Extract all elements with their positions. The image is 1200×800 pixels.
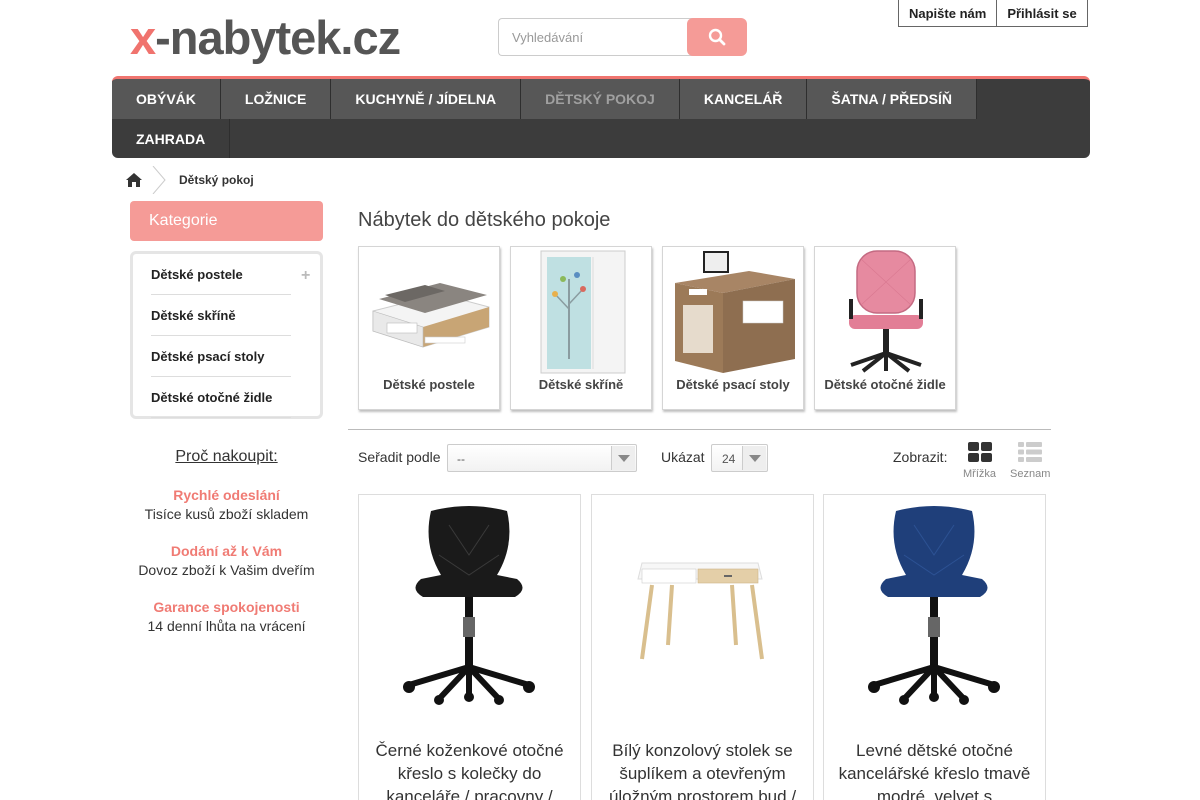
black-chair-image	[403, 506, 535, 705]
nav-item-kancelar[interactable]: Kancelář	[680, 79, 808, 119]
search-icon	[708, 28, 726, 46]
search-input[interactable]	[498, 18, 698, 56]
subcategory-tiles: Dětské postele Dětské skříně Dětské psac…	[358, 246, 956, 410]
category-item[interactable]: Dětské skříně	[151, 295, 291, 336]
chevron-down-icon	[611, 446, 635, 470]
category-item[interactable]: Dětské psací stoly	[151, 336, 291, 377]
breadcrumb-home[interactable]	[112, 166, 166, 194]
top-links: Napište nám Přihlásit se	[898, 0, 1088, 27]
home-icon	[126, 173, 142, 187]
show-select[interactable]: 24	[711, 444, 768, 472]
nav-item-detsky-pokoj[interactable]: Dětský pokoj	[521, 79, 680, 119]
subcategory-tile[interactable]: Dětské postele	[358, 246, 500, 410]
list-icon	[1018, 442, 1043, 462]
why-text: 14 denní lhůta na vrácení	[147, 618, 306, 634]
list-view-label: Seznam	[1010, 468, 1051, 480]
product-name[interactable]: Černé koženkové otočné křeslo s kolečky …	[371, 739, 568, 800]
subcategory-label: Dětské skříně	[538, 377, 624, 392]
breadcrumb-separator	[152, 166, 166, 194]
site-logo[interactable]: x-nabytek.cz	[130, 11, 401, 64]
why-item: Rychlé odeslání Tisíce kusů zboží sklade…	[130, 487, 323, 522]
nav-item-kuchyne[interactable]: Kuchyně / Jídelna	[331, 79, 522, 119]
subcategory-tile[interactable]: Dětské psací stoly	[662, 246, 804, 410]
grid-view-label: Mřížka	[963, 468, 996, 480]
sort-label: Seřadit podle	[358, 449, 441, 465]
blue-chair-image	[868, 506, 1000, 705]
why-text: Dovoz zboží k Vašim dveřím	[138, 562, 315, 578]
subcategory-label: Dětské psací stoly	[676, 377, 790, 392]
login-link[interactable]: Přihlásit se	[996, 0, 1086, 26]
breadcrumb-current: Dětský pokoj	[179, 173, 254, 187]
main-nav: Obývák Ložnice Kuchyně / Jídelna Dětský …	[112, 76, 1090, 158]
sort-select[interactable]: --	[447, 444, 637, 472]
product-name[interactable]: Bílý konzolový stolek se šuplíkem a otev…	[604, 739, 801, 800]
subcategory-label: Dětské postele	[383, 377, 475, 392]
white-console-desk-image	[637, 562, 764, 660]
product-card[interactable]: Černé koženkové otočné křeslo s kolečky …	[358, 494, 581, 800]
search-button[interactable]	[687, 18, 747, 56]
why-buy-title: Proč nakoupit:	[175, 448, 278, 465]
view-label: Zobrazit:	[893, 449, 948, 465]
logo-x: x	[130, 11, 156, 64]
nav-item-loznice[interactable]: Ložnice	[221, 79, 332, 119]
why-heading: Dodání až k Vám	[170, 543, 283, 559]
nav-item-zahrada[interactable]: Zahrada	[112, 119, 231, 158]
product-card[interactable]: Levné dětské otočné kancelářské křeslo t…	[823, 494, 1046, 800]
page-title: Nábytek do dětského pokoje	[358, 209, 611, 231]
contact-link[interactable]: Napište nám	[899, 0, 996, 26]
expand-plus-icon[interactable]: +	[301, 267, 310, 285]
why-item: Garance spokojenosti 14 denní lhůta na v…	[130, 599, 323, 634]
list-view-button[interactable]: Seznam	[1010, 442, 1050, 480]
show-label: Ukázat	[661, 449, 705, 465]
subcategory-label: Dětské otočné židle	[824, 377, 946, 392]
grid-icon	[967, 442, 992, 462]
category-list: Dětské postele Dětské skříně Dětské psac…	[130, 251, 323, 419]
sort-value: --	[457, 452, 465, 466]
why-heading: Rychlé odeslání	[173, 487, 280, 503]
logo-text: -nabytek.cz	[155, 11, 401, 64]
nav-item-obyvak[interactable]: Obývák	[112, 79, 221, 119]
pink-chair-image	[849, 250, 923, 373]
subcategory-tile[interactable]: Dětské skříně	[510, 246, 652, 410]
breadcrumb: Dětský pokoj	[112, 166, 254, 194]
subcategory-tile[interactable]: Dětské otočné židle	[814, 246, 956, 410]
why-heading: Garance spokojenosti	[153, 599, 300, 615]
chevron-down-icon	[742, 446, 766, 470]
category-heading: Kategorie	[130, 201, 323, 241]
grid-view-button[interactable]: Mřížka	[963, 442, 996, 480]
why-text: Tisíce kusů zboží skladem	[144, 506, 309, 522]
bed-image	[372, 283, 490, 348]
product-name[interactable]: Levné dětské otočné kancelářské křeslo t…	[836, 739, 1033, 800]
search-bar	[498, 18, 748, 56]
product-card[interactable]: Bílý konzolový stolek se šuplíkem a otev…	[591, 494, 814, 800]
desk-image	[675, 251, 795, 373]
category-item[interactable]: Dětské postele	[151, 254, 291, 295]
why-item: Dodání až k Vám Dovoz zboží k Vašim dveř…	[130, 543, 323, 578]
show-value: 24	[722, 452, 736, 466]
category-item[interactable]: Dětské otočné židle	[151, 377, 291, 418]
wardrobe-image	[540, 250, 626, 374]
nav-item-satna[interactable]: Šatna / Předsíň	[807, 79, 977, 119]
divider	[348, 429, 1051, 430]
